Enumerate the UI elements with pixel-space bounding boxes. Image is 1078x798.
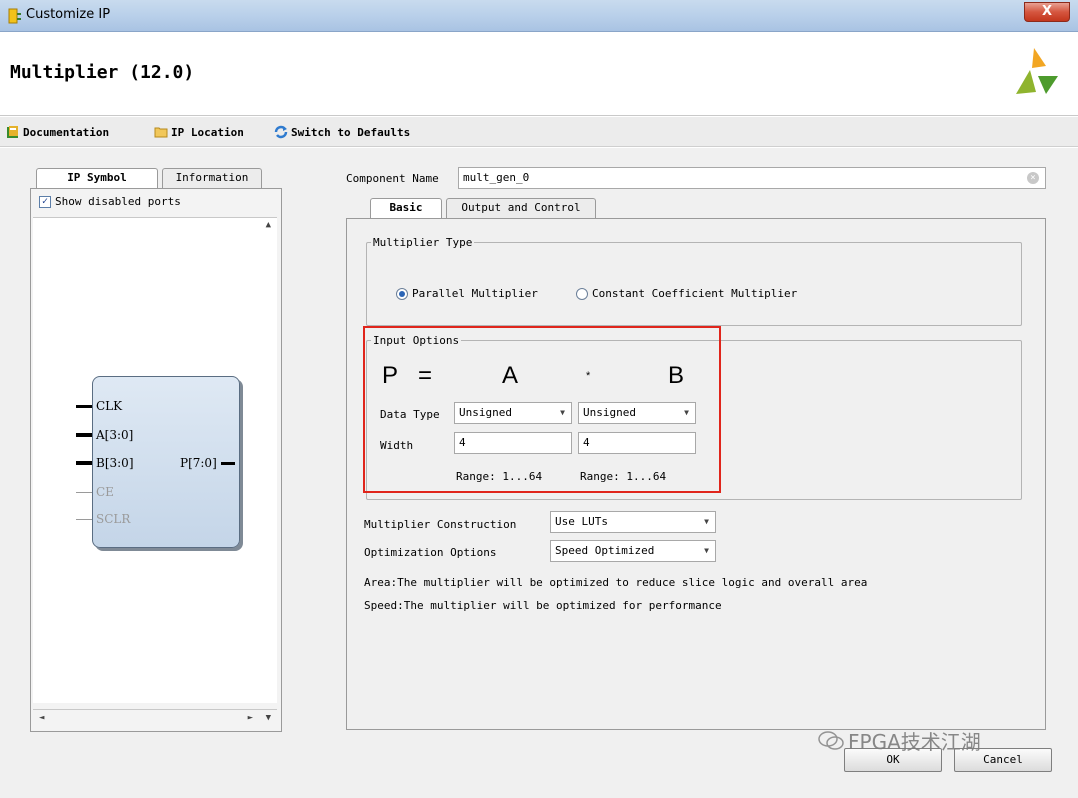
component-name-label: Component Name [346, 172, 439, 185]
radio-dot[interactable] [396, 287, 408, 300]
ip-location-label: IP Location [171, 125, 244, 139]
title-bar: Customize IP X [0, 0, 1078, 32]
tab-ip-symbol[interactable]: IP Symbol [36, 168, 158, 189]
parallel-multiplier-label: Parallel Multiplier [412, 287, 538, 300]
port-pin [220, 461, 235, 465]
port-sclr-label: SCLR [96, 512, 131, 526]
clear-icon[interactable]: × [1027, 172, 1039, 184]
scroll-down-arrow-icon[interactable]: ▼ [266, 713, 271, 723]
port-b: B[3:0] [76, 456, 134, 470]
port-pin [76, 404, 92, 408]
refresh-icon [274, 125, 288, 139]
optimization-label: Optimization Options [364, 546, 497, 559]
folder-icon [154, 127, 168, 138]
ip-location-button[interactable]: IP Location [154, 124, 244, 140]
window-title: Customize IP [26, 7, 111, 22]
port-ce-label: CE [96, 485, 114, 499]
switch-defaults-button[interactable]: Switch to Defaults [274, 124, 410, 140]
port-clk: CLK [76, 399, 122, 413]
multiplier-type-legend: Multiplier Type [373, 236, 473, 249]
xilinx-logo-icon [1016, 48, 1058, 94]
show-disabled-ports-toggle[interactable]: ✓ Show disabled ports [39, 195, 181, 208]
scroll-left-arrow-icon[interactable]: ◄ [39, 713, 44, 723]
port-pin [76, 518, 92, 520]
construction-select[interactable]: Use LUTs ▼ [550, 511, 716, 533]
book-icon [7, 126, 18, 138]
ip-header: Multiplier (12.0) [0, 32, 1078, 116]
optimization-select[interactable]: Speed Optimized ▼ [550, 540, 716, 562]
horizontal-scrollbar[interactable]: ◄ ► ▼ [33, 709, 277, 727]
port-a-label: A[3:0] [96, 428, 134, 442]
tab-information[interactable]: Information [162, 168, 262, 188]
port-pin [76, 461, 92, 465]
documentation-menu[interactable]: Documentation [6, 124, 109, 140]
input-options-highlight [363, 326, 721, 493]
chevron-down-icon: ▼ [704, 517, 709, 526]
component-name-input[interactable]: mult_gen_0 × [458, 167, 1046, 189]
scroll-right-arrow-icon[interactable]: ► [248, 713, 253, 723]
optimization-value: Speed Optimized [555, 544, 655, 557]
port-pin [76, 433, 92, 437]
tab-output-and-control[interactable]: Output and Control [446, 198, 596, 218]
toolbar: Documentation IP Location Switch to Defa… [0, 117, 1078, 147]
area-note: Area:The multiplier will be optimized to… [364, 576, 868, 589]
chevron-down-icon: ▼ [704, 546, 709, 555]
speed-note: Speed:The multiplier will be optimized f… [364, 599, 722, 612]
port-clk-label: CLK [96, 399, 123, 413]
multiplier-type-group: Multiplier Type [366, 236, 1022, 326]
radio-constant-coefficient-multiplier[interactable]: Constant Coefficient Multiplier [576, 287, 797, 300]
tab-basic[interactable]: Basic [370, 198, 442, 219]
watermark: FPGA技术江湖 [818, 726, 981, 755]
construction-label: Multiplier Construction [364, 518, 517, 531]
port-sclr: SCLR [76, 512, 130, 526]
show-disabled-label: Show disabled ports [55, 195, 181, 208]
port-b-label: B[3:0] [96, 456, 134, 470]
show-disabled-checkbox[interactable]: ✓ [39, 195, 51, 208]
port-ce: CE [76, 485, 114, 499]
port-pin [76, 491, 92, 493]
port-p-label: P[7:0] [180, 456, 217, 470]
port-p: P[7:0] [180, 456, 235, 470]
component-name-value: mult_gen_0 [463, 171, 530, 184]
core-name-title: Multiplier (12.0) [10, 62, 195, 83]
wechat-icon [818, 730, 844, 750]
switch-defaults-label: Switch to Defaults [291, 125, 411, 139]
port-a: A[3:0] [76, 428, 133, 442]
watermark-text: FPGA技术江湖 [848, 730, 981, 754]
close-button[interactable]: X [1024, 2, 1070, 22]
constant-coefficient-label: Constant Coefficient Multiplier [592, 287, 798, 300]
ip-app-icon [8, 8, 21, 24]
scroll-up-arrow-icon[interactable]: ▲ [266, 220, 271, 230]
radio-parallel-multiplier[interactable]: Parallel Multiplier [396, 287, 538, 300]
documentation-label: Documentation [23, 125, 110, 139]
construction-value: Use LUTs [555, 515, 608, 528]
radio-dot[interactable] [576, 287, 588, 300]
